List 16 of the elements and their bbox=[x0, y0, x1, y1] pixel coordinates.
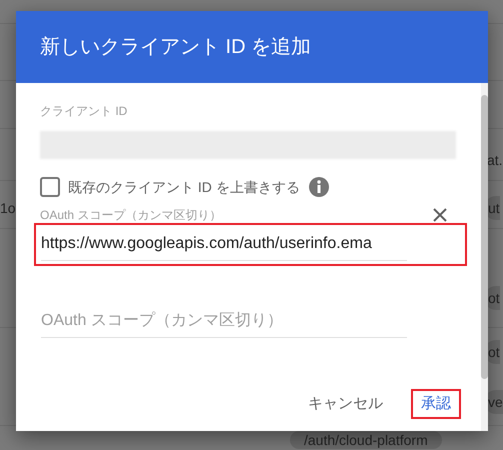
field-label: OAuth スコープ（カンマ区切り） bbox=[40, 207, 222, 223]
approve-button[interactable]: 承認 bbox=[411, 389, 461, 419]
scope-field[interactable]: https://www.googleapis.com/auth/userinfo.ema bbox=[34, 223, 467, 266]
table-text: 1o bbox=[0, 199, 16, 218]
scope-field[interactable]: OAuth スコープ（カンマ区切り） bbox=[34, 300, 467, 343]
field-label: クライアント ID bbox=[40, 103, 128, 119]
dialog-title: 新しいクライアント ID を追加 bbox=[40, 35, 312, 60]
table-text: at. bbox=[487, 151, 503, 170]
checkbox[interactable] bbox=[40, 177, 60, 197]
info-icon[interactable] bbox=[308, 176, 330, 198]
close-icon[interactable] bbox=[432, 207, 448, 223]
scrollbar[interactable] bbox=[481, 83, 488, 431]
scope-chip: /auth/cloud-platform bbox=[290, 431, 442, 449]
cancel-button[interactable]: キャンセル bbox=[298, 389, 393, 419]
scrollbar-thumb[interactable] bbox=[481, 95, 488, 379]
checkbox-label: 既存のクライアント ID を上書きする bbox=[68, 178, 300, 196]
